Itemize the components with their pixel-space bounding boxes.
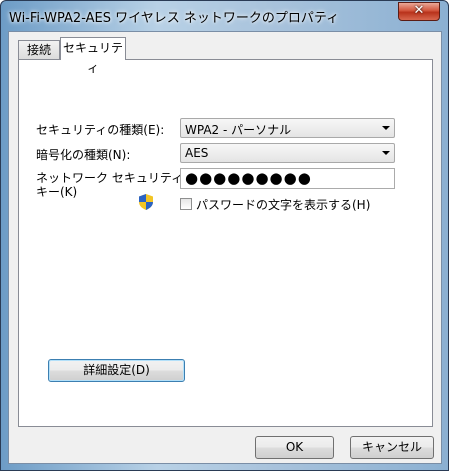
tab-security[interactable]: セキュリティ [60, 37, 126, 75]
encryption-type-value: AES [185, 146, 209, 160]
tab-connection[interactable]: 接続 [18, 40, 60, 59]
chevron-down-icon [382, 126, 390, 130]
dialog-client: 接続 セキュリティ セキュリティの種類(E): WPA2 - パーソナル 暗号化… [8, 31, 442, 464]
network-key-value: ●●●●●●●●● [185, 169, 312, 187]
cancel-button[interactable]: キャンセル [350, 436, 434, 459]
security-type-dropdown[interactable]: WPA2 - パーソナル [180, 118, 395, 138]
advanced-settings-button[interactable]: 詳細設定(D) [48, 359, 185, 382]
show-password-label[interactable]: パスワードの文字を表示する(H) [196, 196, 370, 213]
chevron-down-icon [382, 151, 390, 155]
network-key-label-line2: キー(K) [36, 185, 78, 199]
show-password-checkbox[interactable] [180, 198, 192, 210]
ok-button[interactable]: OK [255, 436, 334, 459]
tab-connection-label: 接続 [26, 43, 51, 57]
encryption-type-label: 暗号化の種類(N): [36, 148, 131, 162]
security-type-label: セキュリティの種類(E): [36, 123, 165, 137]
security-panel: セキュリティの種類(E): WPA2 - パーソナル 暗号化の種類(N): AE… [18, 59, 433, 427]
properties-window: Wi-Fi-WPA2-AES ワイヤレス ネットワークのプロパティ ✕ 接続 セ… [0, 0, 449, 471]
window-title: Wi-Fi-WPA2-AES ワイヤレス ネットワークのプロパティ [9, 11, 340, 26]
close-icon: ✕ [413, 3, 425, 18]
close-button[interactable]: ✕ [398, 2, 440, 21]
title-bar[interactable]: Wi-Fi-WPA2-AES ワイヤレス ネットワークのプロパティ ✕ [1, 1, 448, 31]
security-type-value: WPA2 - パーソナル [185, 123, 292, 137]
shield-icon [139, 194, 153, 210]
encryption-type-dropdown[interactable]: AES [180, 143, 395, 163]
network-key-field[interactable]: ●●●●●●●●● [180, 168, 395, 189]
